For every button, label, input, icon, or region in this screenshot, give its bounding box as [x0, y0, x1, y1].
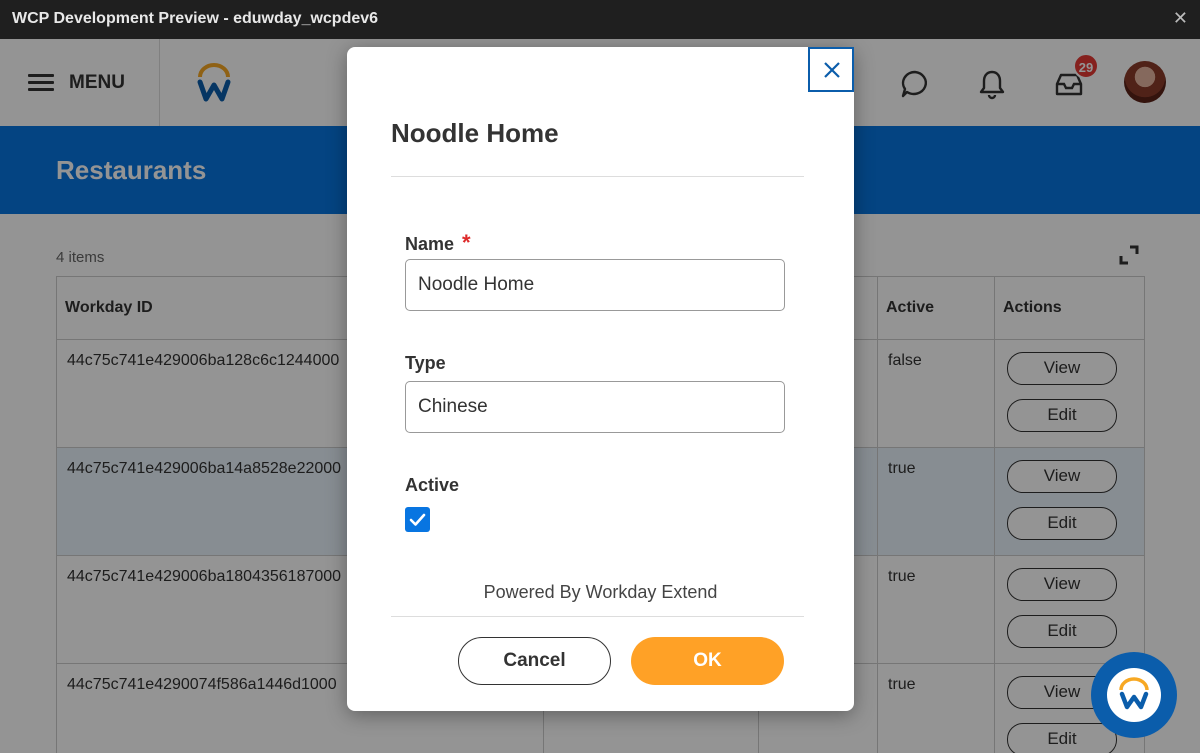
- edit-restaurant-dialog: Noodle Home Name * Noodle Home Type Chine…: [347, 47, 854, 711]
- window-titlebar: WCP Development Preview - eduwday_wcpdev…: [0, 0, 1200, 39]
- close-icon: [824, 62, 840, 78]
- name-label-text: Name: [405, 234, 455, 254]
- assistant-logo-icon: [1107, 668, 1161, 722]
- checkmark-icon: [409, 513, 426, 526]
- footer-divider: [391, 616, 804, 617]
- active-label: Active: [405, 475, 460, 495]
- cancel-button[interactable]: Cancel: [458, 637, 611, 685]
- ok-button[interactable]: OK: [631, 637, 784, 685]
- name-field[interactable]: Noodle Home: [405, 259, 785, 311]
- assistant-button[interactable]: [1091, 652, 1177, 738]
- type-label: Type: [405, 353, 446, 373]
- window-title: WCP Development Preview - eduwday_wcpdev…: [12, 10, 379, 27]
- window-close-icon[interactable]: ✕: [1173, 8, 1188, 29]
- required-mark: *: [462, 230, 471, 255]
- dialog-divider: [391, 176, 804, 177]
- active-checkbox[interactable]: [405, 507, 430, 532]
- close-button[interactable]: [808, 47, 854, 92]
- powered-by-text: Powered By Workday Extend: [483, 582, 718, 602]
- dialog-title: Noodle Home: [391, 118, 559, 148]
- name-label: Name *: [405, 230, 471, 256]
- type-field[interactable]: Chinese: [405, 381, 785, 433]
- app-window: MENU 29 Restaurants 4 items Workday ID A…: [0, 39, 1200, 753]
